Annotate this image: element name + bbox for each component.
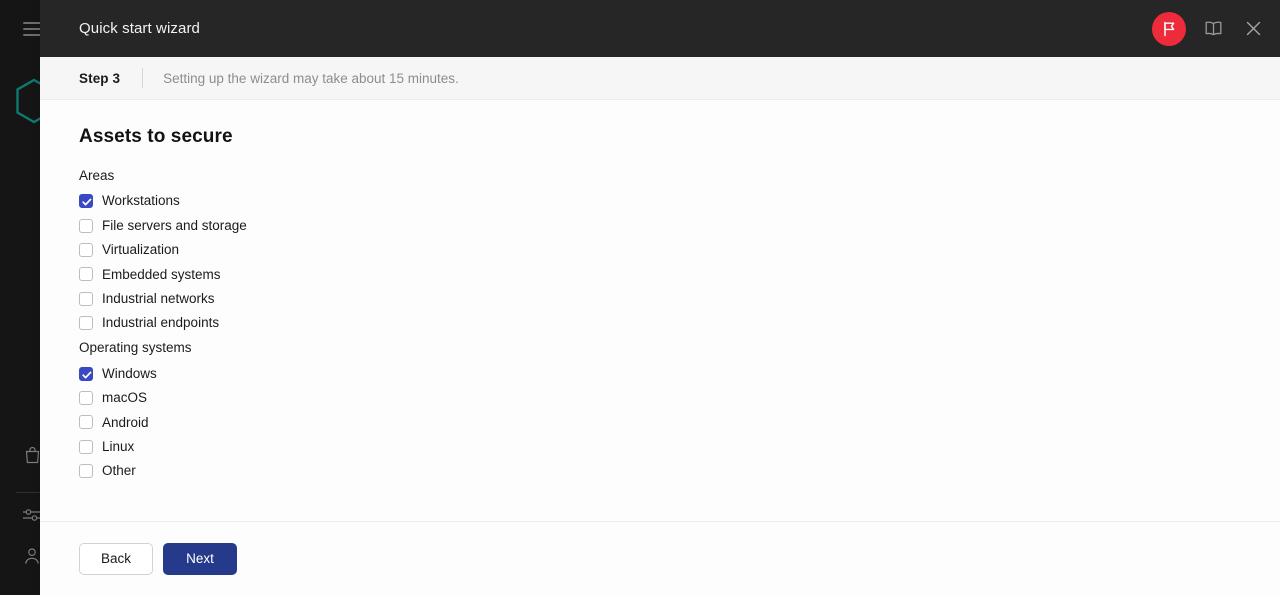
checkbox-label: Embedded systems [102, 266, 221, 282]
checkbox-row[interactable]: macOS [79, 386, 1241, 410]
wizard-footer: Back Next [40, 521, 1280, 595]
checkbox-icon[interactable] [79, 366, 93, 381]
checkbox-row[interactable]: Industrial networks [79, 287, 1241, 311]
wizard-title: Quick start wizard [79, 20, 200, 37]
checkbox-label: Industrial networks [102, 291, 215, 306]
close-icon[interactable] [1240, 16, 1266, 42]
back-button[interactable]: Back [79, 542, 153, 575]
app-root: Quick start wizard Step 3 Setting up the… [0, 0, 1280, 595]
checkbox-row[interactable]: Linux [79, 435, 1241, 459]
asset-groups: Areas Workstations File servers and storag… [79, 168, 1241, 483]
asset-group: Operating systems Windows macOS Android Linu… [79, 340, 1241, 483]
group-label: Areas [79, 168, 115, 183]
checkbox-row[interactable]: Other [79, 459, 1241, 483]
wizard-header-actions [1152, 11, 1266, 46]
asset-group: Areas Workstations File servers and storag… [79, 168, 1241, 335]
wizard-header: Quick start wizard [40, 0, 1280, 57]
checkbox-row[interactable]: Windows [79, 361, 1241, 385]
step-hint-text: Setting up the wizard may take about 15 … [163, 70, 459, 86]
quick-start-wizard-modal: Quick start wizard Step 3 Setting up the… [40, 0, 1280, 595]
checkbox-icon[interactable] [79, 415, 93, 430]
checkbox-icon[interactable] [79, 316, 93, 331]
wizard-step-bar: Step 3 Setting up the wizard may take ab… [40, 57, 1280, 100]
checkbox-label: Other [102, 463, 136, 479]
wizard-body: Assets to secure Areas Workstations File s… [40, 100, 1280, 521]
hamburger-menu-icon[interactable] [23, 22, 41, 36]
checkbox-label: macOS [102, 390, 148, 406]
checkbox-icon[interactable] [79, 242, 93, 257]
checkbox-icon[interactable] [79, 291, 93, 306]
checkbox-label: Windows [102, 365, 157, 381]
hamburger-bar [23, 34, 41, 36]
group-label: Operating systems [79, 340, 192, 356]
hamburger-bar [23, 22, 41, 24]
checkbox-icon[interactable] [79, 390, 93, 405]
checkbox-icon[interactable] [79, 218, 93, 233]
checkbox-label: Industrial endpoints [102, 315, 220, 331]
checkbox-label: Workstations [102, 193, 180, 209]
checkbox-row[interactable]: Industrial endpoints [79, 311, 1241, 335]
step-divider [142, 68, 144, 88]
checkbox-label: Linux [102, 438, 135, 454]
hamburger-bar [23, 28, 41, 30]
next-button[interactable]: Next [163, 542, 237, 575]
page-title: Assets to secure [79, 126, 233, 147]
checkbox-row[interactable]: Workstations [79, 189, 1241, 213]
checkbox-row[interactable]: File servers and storage [79, 213, 1241, 237]
checkbox-row[interactable]: Embedded systems [79, 262, 1241, 286]
checkbox-row[interactable]: Android [79, 410, 1241, 434]
book-help-icon[interactable] [1200, 16, 1226, 42]
step-number-label: Step 3 [79, 70, 121, 86]
checkbox-label: Android [102, 414, 149, 430]
checkbox-icon[interactable] [79, 464, 93, 479]
checkbox-label: Virtualization [102, 242, 180, 258]
checkbox-icon[interactable] [79, 267, 93, 282]
flag-icon[interactable] [1152, 11, 1186, 46]
checkbox-icon[interactable] [79, 194, 93, 209]
checkbox-row[interactable]: Virtualization [79, 238, 1241, 262]
checkbox-icon[interactable] [79, 439, 93, 454]
checkbox-label: File servers and storage [102, 217, 247, 233]
